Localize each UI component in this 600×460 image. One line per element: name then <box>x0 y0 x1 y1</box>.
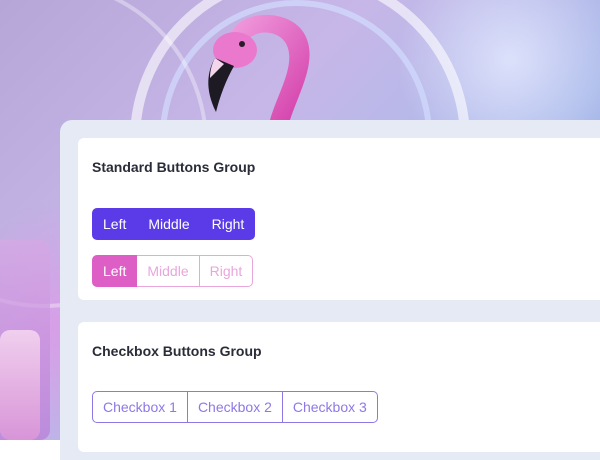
flamingo-icon <box>208 14 310 120</box>
standard-buttons-card: Standard Buttons Group Left Middle Right… <box>78 138 600 300</box>
standard-group-title: Standard Buttons Group <box>92 159 256 175</box>
checkbox-group-title: Checkbox Buttons Group <box>92 343 262 359</box>
primary-button-group: Left Middle Right <box>92 208 256 240</box>
pink-middle-button[interactable]: Middle <box>137 255 200 287</box>
pink-left-button[interactable]: Left <box>92 255 138 287</box>
checkbox-3-button[interactable]: Checkbox 3 <box>282 391 378 423</box>
pink-right-button[interactable]: Right <box>199 255 254 287</box>
checkbox-1-button[interactable]: Checkbox 1 <box>92 391 188 423</box>
primary-left-button[interactable]: Left <box>92 208 137 240</box>
primary-right-button[interactable]: Right <box>201 208 256 240</box>
primary-middle-button[interactable]: Middle <box>137 208 200 240</box>
pink-button-group: Left Middle Right <box>92 255 254 287</box>
checkbox-2-button[interactable]: Checkbox 2 <box>187 391 283 423</box>
checkbox-button-group: Checkbox 1 Checkbox 2 Checkbox 3 <box>92 391 378 423</box>
checkbox-buttons-card: Checkbox Buttons Group Checkbox 1 Checkb… <box>78 322 600 452</box>
